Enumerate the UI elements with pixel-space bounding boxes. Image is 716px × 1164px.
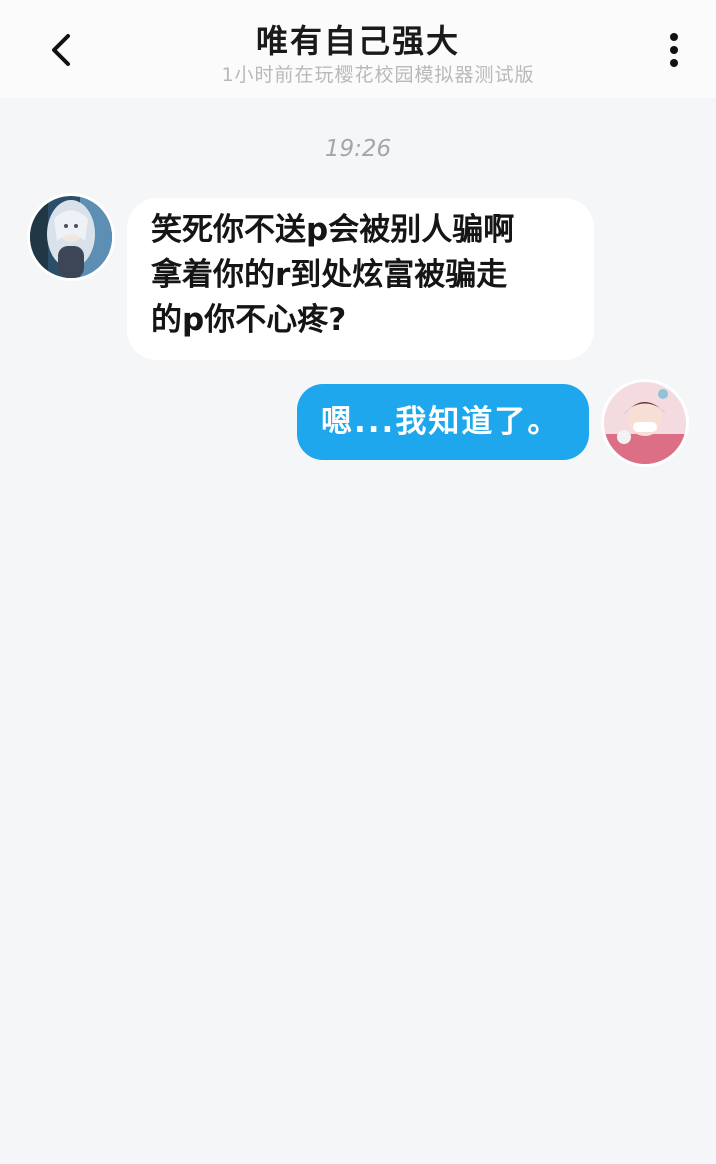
anime-boy-avatar-icon bbox=[604, 382, 686, 464]
anime-girl-avatar-icon bbox=[30, 196, 112, 278]
chat-status-subtitle: 1小时前在玩樱花校园模拟器测试版 bbox=[221, 64, 535, 86]
more-options-button[interactable] bbox=[654, 28, 694, 72]
user-avatar[interactable] bbox=[604, 382, 686, 464]
outgoing-message-bubble[interactable]: 嗯...我知道了。 bbox=[297, 384, 589, 460]
chat-header: 唯有自己强大 1小时前在玩樱花校园模拟器测试版 bbox=[0, 0, 716, 98]
more-vertical-icon bbox=[670, 33, 678, 67]
chat-title: 唯有自己强大 bbox=[255, 22, 460, 60]
incoming-message-bubble[interactable]: 笑死你不送p会被别人骗啊 拿着你的r到处炫富被骗走 的p你不心疼? bbox=[127, 198, 594, 360]
message-timestamp: 19:26 bbox=[324, 136, 392, 162]
contact-avatar[interactable] bbox=[30, 196, 112, 278]
